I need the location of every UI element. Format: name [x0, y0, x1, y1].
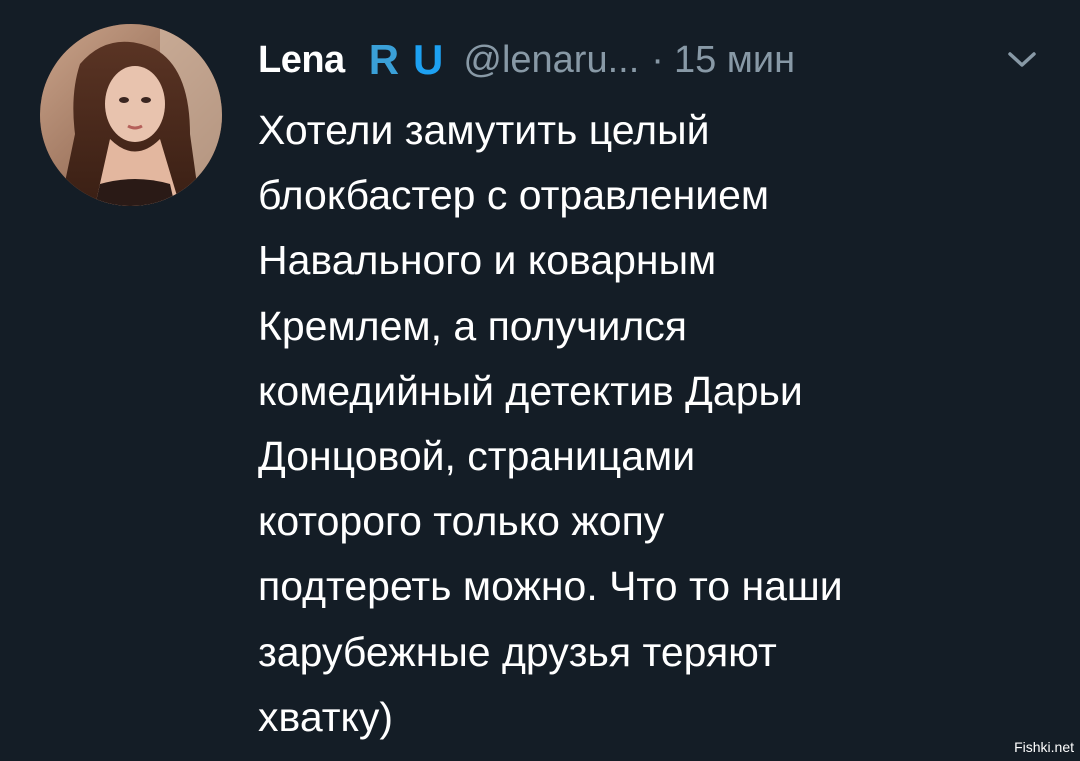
author-handle[interactable]: @lenaru... — [463, 39, 639, 82]
tweet-text-line: Кремлем, а получился — [258, 302, 687, 349]
flag-emoji: RU — [369, 36, 448, 84]
tweet-text-line: блокбастер с отравлением — [258, 172, 770, 219]
tweet-header: Lena RU @lenaru... · 15 мин — [258, 30, 1050, 90]
tweet-text-line: зарубежные друзья теряют — [258, 628, 777, 675]
author-name[interactable]: Lena — [258, 39, 345, 82]
tweet-card: Lena RU @lenaru... · 15 мин Хотели замут… — [0, 0, 1080, 761]
avatar[interactable] — [40, 24, 222, 206]
tweet-text-line: подтереть можно. Что то наши — [258, 563, 843, 610]
avatar-image — [40, 24, 222, 206]
flag-letter-u: U — [413, 36, 448, 83]
tweet-text-line: Навального и коварным — [258, 237, 717, 284]
watermark: Fishki.net — [1014, 739, 1074, 755]
tweet-text-line: Хотели замутить целый — [258, 107, 710, 153]
flag-letter-r: R — [368, 36, 404, 83]
tweet-text: Хотели замутить целый блокбастер с отрав… — [258, 98, 1048, 750]
tweet-text-line: комедийный детектив Дарьи — [258, 367, 803, 414]
timestamp[interactable]: 15 мин — [674, 39, 795, 82]
tweet-text-line: хватку) — [258, 693, 394, 740]
tweet-text-line: Донцовой, страницами — [258, 433, 696, 480]
separator-dot: · — [651, 38, 664, 81]
tweet-text-line: которого только жопу — [258, 498, 665, 545]
chevron-down-icon[interactable] — [1002, 40, 1042, 80]
